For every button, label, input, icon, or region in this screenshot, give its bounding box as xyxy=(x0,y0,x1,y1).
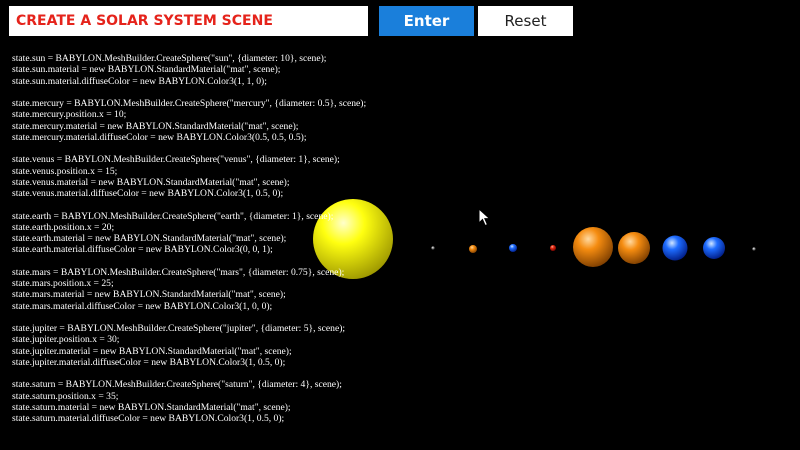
code-line: state.earth.position.x = 20; xyxy=(12,221,115,233)
jupiter-sphere xyxy=(573,227,613,267)
code-line: state.jupiter.material.diffuseColor = ne… xyxy=(12,356,286,368)
code-line: state.venus = BABYLON.MeshBuilder.Create… xyxy=(12,154,340,166)
code-line: state.jupiter.position.x = 30; xyxy=(12,334,120,346)
code-line: state.earth = BABYLON.MeshBuilder.Create… xyxy=(12,210,334,222)
code-line: state.mercury = BABYLON.MeshBuilder.Crea… xyxy=(12,98,367,109)
code-line: state.earth.material = new BABYLON.Stand… xyxy=(12,233,287,244)
app-root: Enter Reset xyxy=(0,0,800,450)
code-line: state.mercury.position.x = 10; xyxy=(12,109,127,121)
code-line: state.sun = BABYLON.MeshBuilder.CreateSp… xyxy=(12,53,327,64)
code-line: state.mercury.material.diffuseColor = ne… xyxy=(12,131,307,143)
code-line: state.mars = BABYLON.MeshBuilder.CreateS… xyxy=(12,266,345,278)
code-line: state.saturn = BABYLON.MeshBuilder.Creat… xyxy=(12,379,342,391)
code-line: state.jupiter = BABYLON.MeshBuilder.Crea… xyxy=(12,323,346,334)
code-line: state.saturn.material = new BABYLON.Stan… xyxy=(12,401,291,413)
mouse-cursor-icon xyxy=(478,208,491,227)
saturn-sphere xyxy=(618,232,650,264)
code-line: state.mars.material = new BABYLON.Standa… xyxy=(12,289,286,301)
code-line: state.venus.material.diffuseColor = new … xyxy=(12,188,284,199)
code-line: state.venus.material = new BABYLON.Stand… xyxy=(12,176,290,188)
neptune-sphere xyxy=(703,237,725,259)
uranus-sphere xyxy=(662,235,688,261)
code-line: state.mercury.material = new BABYLON.Sta… xyxy=(12,120,299,132)
code-line: state.saturn.position.x = 35; xyxy=(12,390,119,402)
mars-sphere xyxy=(550,245,556,251)
code-line: state.jupiter.material = new BABYLON.Sta… xyxy=(12,345,292,357)
code-line: state.mars.material.diffuseColor = new B… xyxy=(12,300,273,312)
code-line: state.sun.material = new BABYLON.Standar… xyxy=(12,64,281,76)
code-output: state.sun = BABYLON.MeshBuilder.CreateSp… xyxy=(12,53,532,424)
code-line: state.sun.material.diffuseColor = new BA… xyxy=(12,75,267,87)
code-line: state.saturn.material.diffuseColor = new… xyxy=(12,413,285,424)
code-line: state.mars.position.x = 25; xyxy=(12,278,114,289)
code-line: state.venus.position.x = 15; xyxy=(12,165,118,177)
pluto-sphere xyxy=(752,247,756,251)
code-line: state.earth.material.diffuseColor = new … xyxy=(12,244,273,256)
